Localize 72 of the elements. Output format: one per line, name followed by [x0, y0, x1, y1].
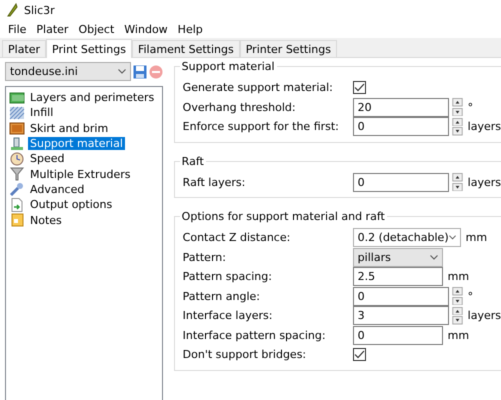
sidebar-item[interactable]: Infill	[28, 106, 56, 120]
app-logo-icon	[6, 3, 18, 17]
number-field[interactable]: 0	[352, 117, 449, 136]
field-label: Pattern:	[182, 250, 227, 264]
tab[interactable]: Filament Settings	[132, 40, 240, 57]
caret-icon	[430, 254, 438, 260]
group-title: Support material	[180, 60, 277, 73]
sidebar-item[interactable]: Support material	[28, 137, 125, 150]
sidebar-item[interactable]: Speed	[28, 152, 66, 166]
spin-buttons[interactable]	[452, 306, 463, 325]
menu-item[interactable]: Window	[120, 22, 172, 36]
unit-label: layers	[468, 309, 501, 322]
field-label: Don't support bridges:	[182, 348, 308, 362]
field-label: Pattern spacing:	[182, 270, 273, 284]
sidebar-item[interactable]: Notes	[28, 214, 64, 227]
tab[interactable]: Plater	[2, 40, 46, 57]
number-field[interactable]: 0	[352, 172, 449, 192]
checkbox[interactable]	[352, 81, 366, 94]
checkbox[interactable]	[352, 348, 366, 362]
field-label: Contact Z distance:	[182, 231, 292, 244]
tab[interactable]: Print Settings	[46, 39, 132, 58]
sidebar-item[interactable]: Layers and perimeters	[28, 91, 156, 104]
note-icon	[9, 213, 25, 228]
unit-label: °	[468, 290, 474, 303]
hatch-icon	[9, 106, 25, 120]
tab[interactable]: Printer Settings	[240, 40, 337, 57]
save-icon[interactable]	[133, 64, 147, 78]
wrench-icon	[9, 182, 25, 196]
menu-item[interactable]: File	[4, 22, 30, 36]
spin-buttons[interactable]	[452, 98, 463, 116]
field-label: Enforce support for the first:	[182, 120, 340, 134]
window-title: Slic3r	[24, 4, 55, 16]
spin-buttons[interactable]	[452, 287, 463, 306]
unit-label: mm	[466, 231, 488, 244]
caret-icon	[448, 235, 456, 240]
clock-icon	[9, 152, 25, 166]
number-field[interactable]: 0	[352, 286, 449, 306]
unit-label: mm	[448, 328, 470, 342]
layers-icon	[9, 90, 25, 105]
input-field[interactable]: 0	[352, 326, 443, 345]
menu-item[interactable]: Help	[174, 22, 207, 36]
tower-icon	[9, 136, 25, 151]
field-label: Generate support material:	[182, 81, 334, 94]
preset-dropdown[interactable]: tondeuse.ini	[5, 62, 131, 81]
number-field[interactable]: 3	[352, 306, 449, 326]
document-arrow-icon	[9, 198, 25, 212]
funnel-icon	[9, 167, 25, 182]
field-label: Interface layers:	[182, 309, 274, 322]
field-label: Pattern angle:	[182, 290, 261, 303]
sidebar-item[interactable]: Output options	[28, 198, 114, 212]
sidebar-item[interactable]: Advanced	[28, 182, 86, 196]
sidebar-item[interactable]: Skirt and brim	[28, 122, 110, 135]
group-title: Options for support material and raft	[180, 210, 387, 223]
caret-icon	[118, 69, 126, 74]
menu-item[interactable]: Plater	[32, 22, 72, 36]
dropdown[interactable]: pillars	[352, 248, 443, 267]
unit-label: layers	[468, 176, 501, 189]
unit-label: mm	[448, 270, 470, 284]
field-label: Overhang threshold:	[182, 100, 297, 114]
group-title: Raft	[180, 154, 206, 168]
frame-icon	[9, 121, 25, 136]
spin-buttons[interactable]	[452, 118, 463, 136]
unit-label: °	[468, 100, 474, 114]
input-field[interactable]: 2.5	[352, 267, 443, 286]
dropdown[interactable]: 0.2 (detachable)	[352, 228, 461, 248]
unit-label: layers	[468, 120, 501, 134]
menu-item[interactable]: Object	[74, 22, 118, 36]
field-label: Raft layers:	[182, 176, 246, 189]
number-field[interactable]: 20	[352, 98, 449, 117]
field-label: Interface pattern spacing:	[182, 328, 327, 342]
spin-buttons[interactable]	[452, 173, 463, 192]
sidebar-item[interactable]: Multiple Extruders	[28, 168, 132, 181]
